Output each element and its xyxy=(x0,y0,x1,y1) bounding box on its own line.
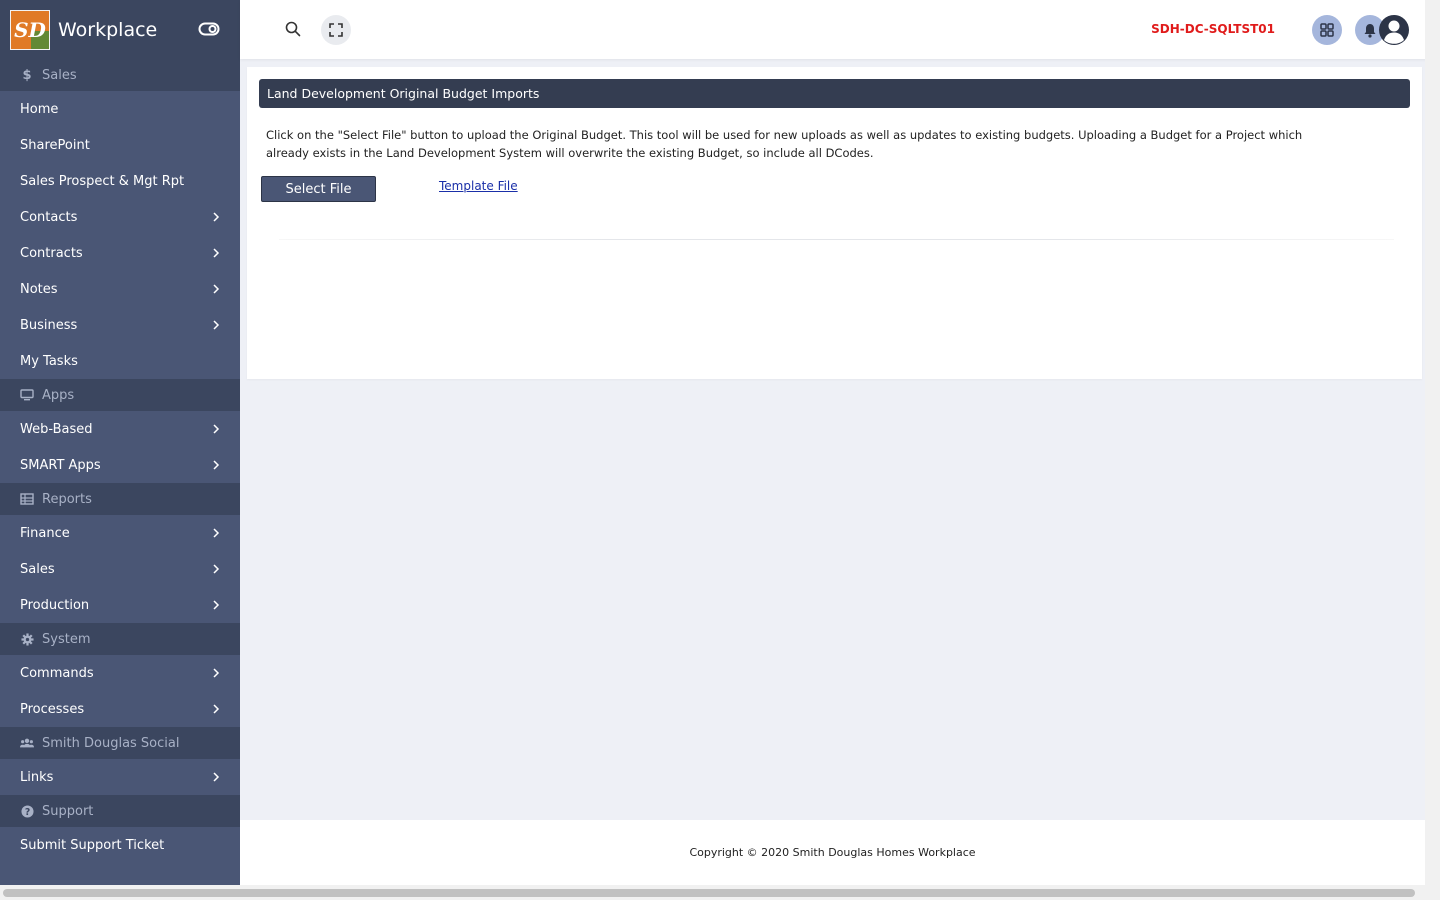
budget-import-card: Land Development Original Budget Imports… xyxy=(247,67,1422,379)
grid-icon xyxy=(1320,23,1334,37)
sidebar-item-label: My Tasks xyxy=(20,353,78,369)
sidebar-item-label: SharePoint xyxy=(20,137,90,153)
dollar-icon: $ xyxy=(22,67,32,83)
sidebar: SD Workplace $ Sales Home SharePoint Sales P… xyxy=(0,0,240,885)
footer: Copyright © 2020 Smith Douglas Homes Wor… xyxy=(240,820,1425,885)
sidebar-item-label: Submit Support Ticket xyxy=(20,837,165,853)
sidebar-item-label: Contacts xyxy=(20,209,78,225)
chevron-right-icon xyxy=(213,772,220,782)
sidebar-section-label: System xyxy=(42,631,91,647)
sidebar-section-sales: $ Sales xyxy=(0,59,240,91)
bell-icon xyxy=(1364,23,1376,38)
chevron-right-icon xyxy=(213,212,220,222)
horizontal-scrollbar[interactable] xyxy=(0,885,1440,900)
sidebar-item-sales-prospect-mgt-rpt[interactable]: Sales Prospect & Mgt Rpt xyxy=(0,163,240,199)
sidebar-item-home[interactable]: Home xyxy=(0,91,240,127)
server-name: SDH-DC-SQLTST01 xyxy=(1151,22,1275,36)
chevron-right-icon xyxy=(213,528,220,538)
sidebar-item-notes[interactable]: Notes xyxy=(0,271,240,307)
svg-text:?: ? xyxy=(24,806,29,817)
expand-icon xyxy=(329,23,343,37)
sidebar-item-commands[interactable]: Commands xyxy=(0,655,240,691)
chevron-right-icon xyxy=(213,668,220,678)
sidebar-item-label: SMART Apps xyxy=(20,457,101,473)
chevron-right-icon xyxy=(213,564,220,574)
sidebar-item-submit-support-ticket[interactable]: Submit Support Ticket xyxy=(0,827,240,863)
sidebar-item-label: Links xyxy=(20,769,54,785)
chevron-right-icon xyxy=(213,704,220,714)
chevron-right-icon xyxy=(213,600,220,610)
chevron-right-icon xyxy=(213,460,220,470)
sidebar-section-smith-douglas-social: Smith Douglas Social xyxy=(0,727,240,759)
sidebar-section-label: Apps xyxy=(42,387,75,403)
user-avatar-icon[interactable] xyxy=(1378,14,1410,46)
sidebar-item-business[interactable]: Business xyxy=(0,307,240,343)
sidebar-item-label: Business xyxy=(20,317,78,333)
search-icon[interactable] xyxy=(284,20,302,38)
sidebar-item-links[interactable]: Links xyxy=(0,759,240,795)
sidebar-item-sharepoint[interactable]: SharePoint xyxy=(0,127,240,163)
top-bar: SDH-DC-SQLTST01 xyxy=(240,0,1440,59)
sidebar-section-label: Smith Douglas Social xyxy=(42,735,180,751)
scrollbar-thumb[interactable] xyxy=(3,889,1415,897)
sidebar-item-label: Finance xyxy=(20,525,70,541)
sidebar-item-label: Web-Based xyxy=(20,421,93,437)
sidebar-section-system: System xyxy=(0,623,240,655)
monitor-icon xyxy=(20,388,34,402)
page-title: Land Development Original Budget Imports xyxy=(259,79,1410,108)
sidebar-item-sales[interactable]: Sales xyxy=(0,551,240,587)
template-file-link[interactable]: Template File xyxy=(439,179,518,193)
sidebar-section-support: ? Support xyxy=(0,795,240,827)
sidebar-item-production[interactable]: Production xyxy=(0,587,240,623)
sidebar-item-smart-apps[interactable]: SMART Apps xyxy=(0,447,240,483)
copyright-text: Copyright © 2020 Smith Douglas Homes Wor… xyxy=(689,846,976,859)
brand-bar: SD Workplace xyxy=(0,0,240,59)
sidebar-item-processes[interactable]: Processes xyxy=(0,691,240,727)
chevron-right-icon xyxy=(213,424,220,434)
sidebar-item-label: Notes xyxy=(20,281,58,297)
sidebar-toggle-icon[interactable] xyxy=(198,20,220,38)
sidebar-item-label: Production xyxy=(20,597,90,613)
vertical-scrollbar[interactable] xyxy=(1425,0,1440,885)
fullscreen-button[interactable] xyxy=(321,15,351,45)
gear-icon xyxy=(20,632,34,646)
sidebar-item-web-based[interactable]: Web-Based xyxy=(0,411,240,447)
sidebar-item-label: Home xyxy=(20,101,59,117)
sidebar-nav: $ Sales Home SharePoint Sales Prospect & Mgt… xyxy=(0,59,240,863)
sidebar-item-my-tasks[interactable]: My Tasks xyxy=(0,343,240,379)
sidebar-item-label: Processes xyxy=(20,701,85,717)
sidebar-section-label: Support xyxy=(42,803,94,819)
users-icon xyxy=(20,736,34,750)
sidebar-item-contracts[interactable]: Contracts xyxy=(0,235,240,271)
sidebar-item-label: Commands xyxy=(20,665,94,681)
sidebar-item-label: Sales Prospect & Mgt Rpt xyxy=(20,173,185,189)
sidebar-item-label: Contracts xyxy=(20,245,83,261)
select-file-button[interactable]: Select File xyxy=(261,176,376,202)
company-logo[interactable]: SD xyxy=(10,9,50,50)
sidebar-section-label: Sales xyxy=(42,67,77,83)
chevron-right-icon xyxy=(213,248,220,258)
divider xyxy=(279,239,1394,240)
sidebar-item-finance[interactable]: Finance xyxy=(0,515,240,551)
chevron-right-icon xyxy=(213,320,220,330)
sidebar-section-reports: Reports xyxy=(0,483,240,515)
app-name: Workplace xyxy=(58,18,158,41)
sidebar-section-apps: Apps xyxy=(0,379,240,411)
sidebar-item-contacts[interactable]: Contacts xyxy=(0,199,240,235)
sidebar-section-label: Reports xyxy=(42,491,92,507)
chevron-right-icon xyxy=(213,284,220,294)
question-icon: ? xyxy=(20,804,34,818)
instructions-text: Click on the "Select File" button to upl… xyxy=(266,128,1303,160)
sidebar-item-label: Sales xyxy=(20,561,55,577)
table-icon xyxy=(20,492,34,506)
apps-grid-button[interactable] xyxy=(1312,15,1342,45)
